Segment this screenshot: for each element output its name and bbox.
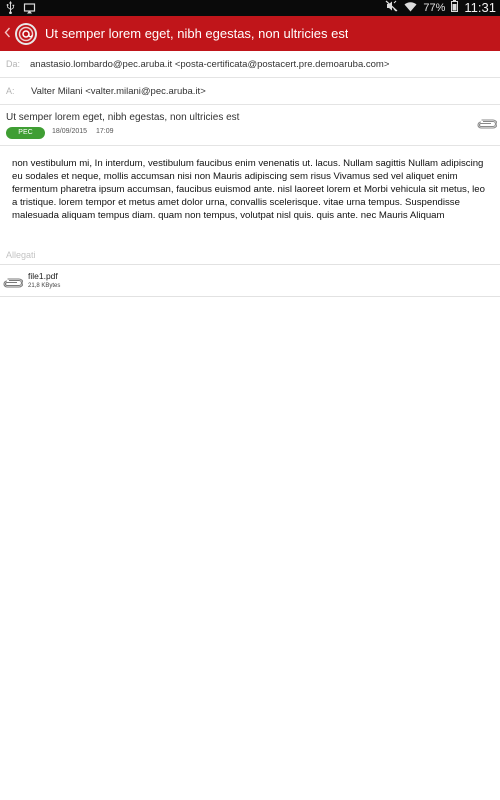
attachment-name: file1.pdf — [28, 271, 58, 281]
paperclip-icon[interactable] — [477, 116, 498, 134]
attachment-item[interactable]: file1.pdf 21,8 KBytes — [0, 265, 500, 297]
app-bar: Ut semper lorem eget, nibh egestas, non … — [0, 16, 500, 51]
email-date: 18/09/2015 — [52, 128, 88, 135]
subject-block: Ut semper lorem eget, nibh egestas, non … — [0, 104, 500, 146]
battery-icon — [451, 0, 459, 17]
app-title: Ut semper lorem eget, nibh egestas, non … — [45, 26, 349, 41]
email-time: 17:09 — [96, 128, 114, 135]
attachments-header: Allegati — [6, 250, 36, 260]
email-subject: Ut semper lorem eget, nibh egestas, non … — [6, 112, 240, 123]
back-button[interactable] — [0, 16, 14, 51]
attachment-size: 21,8 KBytes — [28, 283, 61, 289]
to-label: A: — [6, 86, 15, 96]
status-bar: 77% 11:31 — [0, 0, 500, 16]
aruba-pec-logo-icon[interactable] — [14, 22, 38, 46]
back-chevron-icon — [4, 25, 11, 43]
to-row: A: Valter Milani <valter.milani@pec.arub… — [0, 78, 500, 105]
status-time: 11:31 — [464, 0, 496, 15]
wifi-icon — [404, 0, 417, 17]
email-body: non vestibulum mi, In interdum, vestibul… — [12, 158, 485, 221]
silent-icon — [385, 0, 398, 17]
pec-badge: PEC — [6, 127, 45, 139]
from-value[interactable]: anastasio.lombardo@pec.aruba.it <posta-c… — [30, 59, 389, 70]
battery-percent: 77% — [423, 2, 446, 14]
to-value[interactable]: Valter Milani <valter.milani@pec.aruba.i… — [31, 86, 206, 97]
attachment-paperclip-icon — [3, 275, 24, 293]
from-label: Da: — [6, 59, 21, 69]
from-row: Da: anastasio.lombardo@pec.aruba.it <pos… — [0, 51, 500, 78]
status-right-icons: 77% 11:31 — [385, 0, 496, 16]
